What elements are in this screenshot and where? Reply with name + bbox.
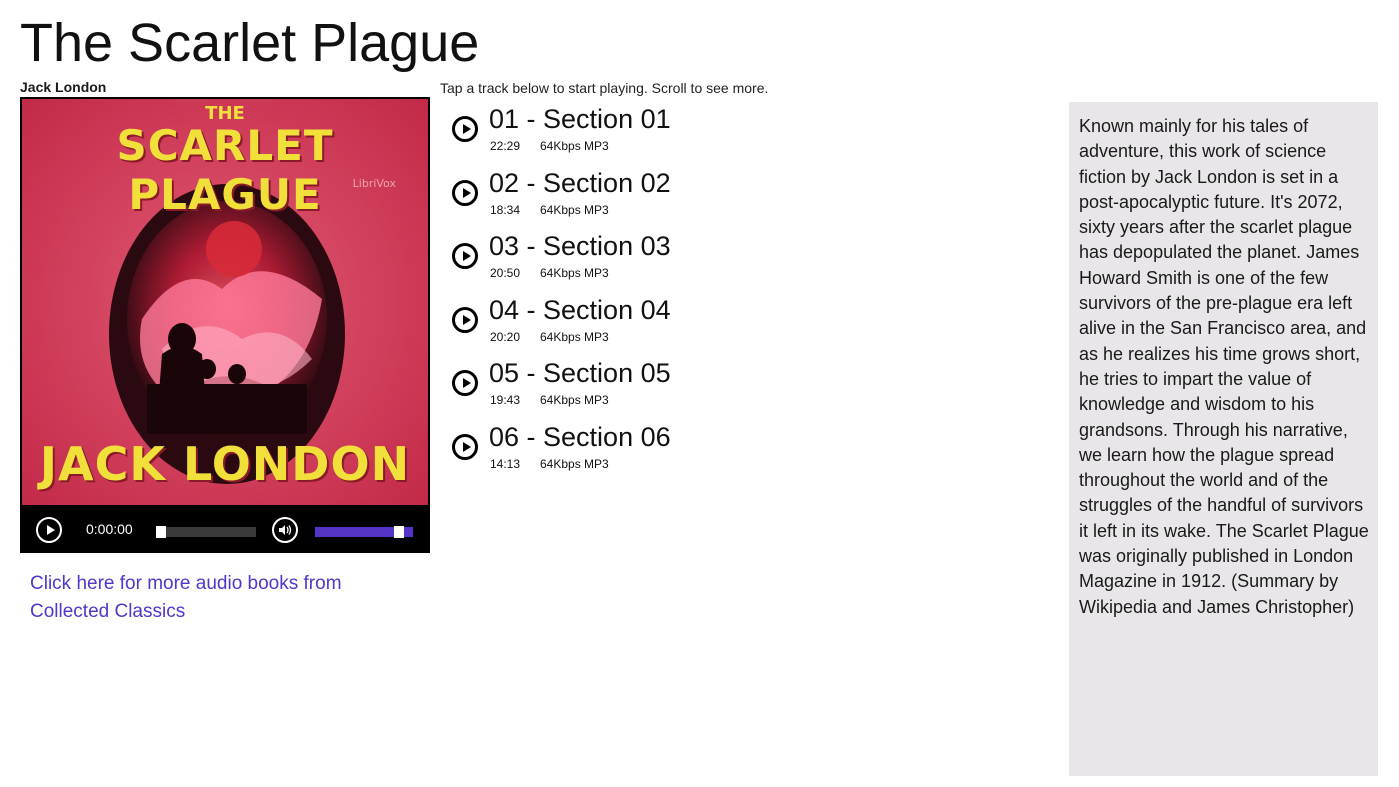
cover-publisher-text: LibriVox bbox=[352, 177, 396, 190]
track-duration: 18:34 bbox=[490, 202, 521, 217]
play-icon bbox=[46, 525, 55, 535]
track-format: 64Kbps MP3 bbox=[540, 456, 609, 471]
play-circle-icon[interactable] bbox=[452, 433, 478, 460]
author-name: Jack London bbox=[20, 79, 107, 95]
play-circle-icon[interactable] bbox=[452, 179, 478, 206]
playback-time: 0:00:00 bbox=[86, 521, 133, 537]
track-list: 01 - Section 01 22:29 64Kbps MP3 02 - Se… bbox=[450, 104, 910, 485]
play-circle-icon[interactable] bbox=[452, 370, 478, 396]
track-format: 64Kbps MP3 bbox=[540, 266, 609, 280]
track-item[interactable]: 03 - Section 03 20:50 64Kbps MP3 bbox=[450, 231, 910, 295]
track-format: 64Kbps MP3 bbox=[540, 393, 609, 407]
volume-button[interactable] bbox=[272, 517, 298, 543]
play-circle-icon[interactable] bbox=[452, 116, 478, 142]
description-panel: Known mainly for his tales of adventure,… bbox=[1069, 102, 1378, 776]
track-item[interactable]: 05 - Section 05 19:43 64Kbps MP3 bbox=[450, 358, 910, 422]
track-title: 01 - Section 01 bbox=[489, 104, 671, 134]
track-title: 04 - Section 04 bbox=[489, 294, 671, 325]
track-format: 64Kbps MP3 bbox=[540, 139, 609, 153]
track-duration: 20:50 bbox=[490, 266, 521, 280]
track-title: 06 - Section 06 bbox=[489, 421, 671, 452]
more-audiobooks-link[interactable]: Click here for more audio books from Col… bbox=[30, 570, 410, 626]
play-button[interactable] bbox=[36, 517, 62, 543]
track-title: 03 - Section 03 bbox=[489, 231, 671, 261]
track-title: 02 - Section 02 bbox=[489, 167, 671, 198]
track-item[interactable]: 02 - Section 02 18:34 64Kbps MP3 bbox=[450, 168, 910, 232]
audiobook-page: The Scarlet Plague Jack London THE SCARL… bbox=[0, 0, 1399, 787]
track-duration: 22:29 bbox=[490, 139, 521, 153]
cover-author-text: JACK LONDON bbox=[39, 437, 411, 491]
track-duration: 20:20 bbox=[490, 329, 521, 344]
track-item[interactable]: 01 - Section 01 22:29 64Kbps MP3 bbox=[450, 104, 910, 168]
track-duration: 19:43 bbox=[490, 393, 521, 407]
track-title: 05 - Section 05 bbox=[489, 358, 671, 388]
track-instruction: Tap a track below to start playing. Scro… bbox=[440, 80, 769, 96]
track-duration: 14:13 bbox=[490, 456, 521, 471]
speaker-icon bbox=[279, 525, 292, 535]
volume-thumb[interactable] bbox=[394, 526, 404, 538]
book-description: Known mainly for his tales of adventure,… bbox=[1079, 116, 1369, 617]
track-item[interactable]: 04 - Section 04 20:20 64Kbps MP3 bbox=[450, 295, 910, 359]
seek-bar[interactable] bbox=[156, 527, 256, 537]
play-circle-icon[interactable] bbox=[452, 243, 478, 269]
cover-art: THE SCARLET PLAGUE LibriVox JACK LONDON bbox=[20, 97, 430, 507]
page-title: The Scarlet Plague bbox=[20, 13, 480, 73]
cover-title-text: SCARLET PLAGUE bbox=[116, 121, 334, 219]
track-format: 64Kbps MP3 bbox=[540, 329, 609, 344]
track-item[interactable]: 06 - Section 06 14:13 64Kbps MP3 bbox=[450, 422, 910, 486]
seek-thumb[interactable] bbox=[156, 526, 166, 538]
track-format: 64Kbps MP3 bbox=[540, 202, 609, 217]
audio-player: 0:00:00 bbox=[20, 507, 430, 553]
play-circle-icon[interactable] bbox=[452, 306, 478, 333]
